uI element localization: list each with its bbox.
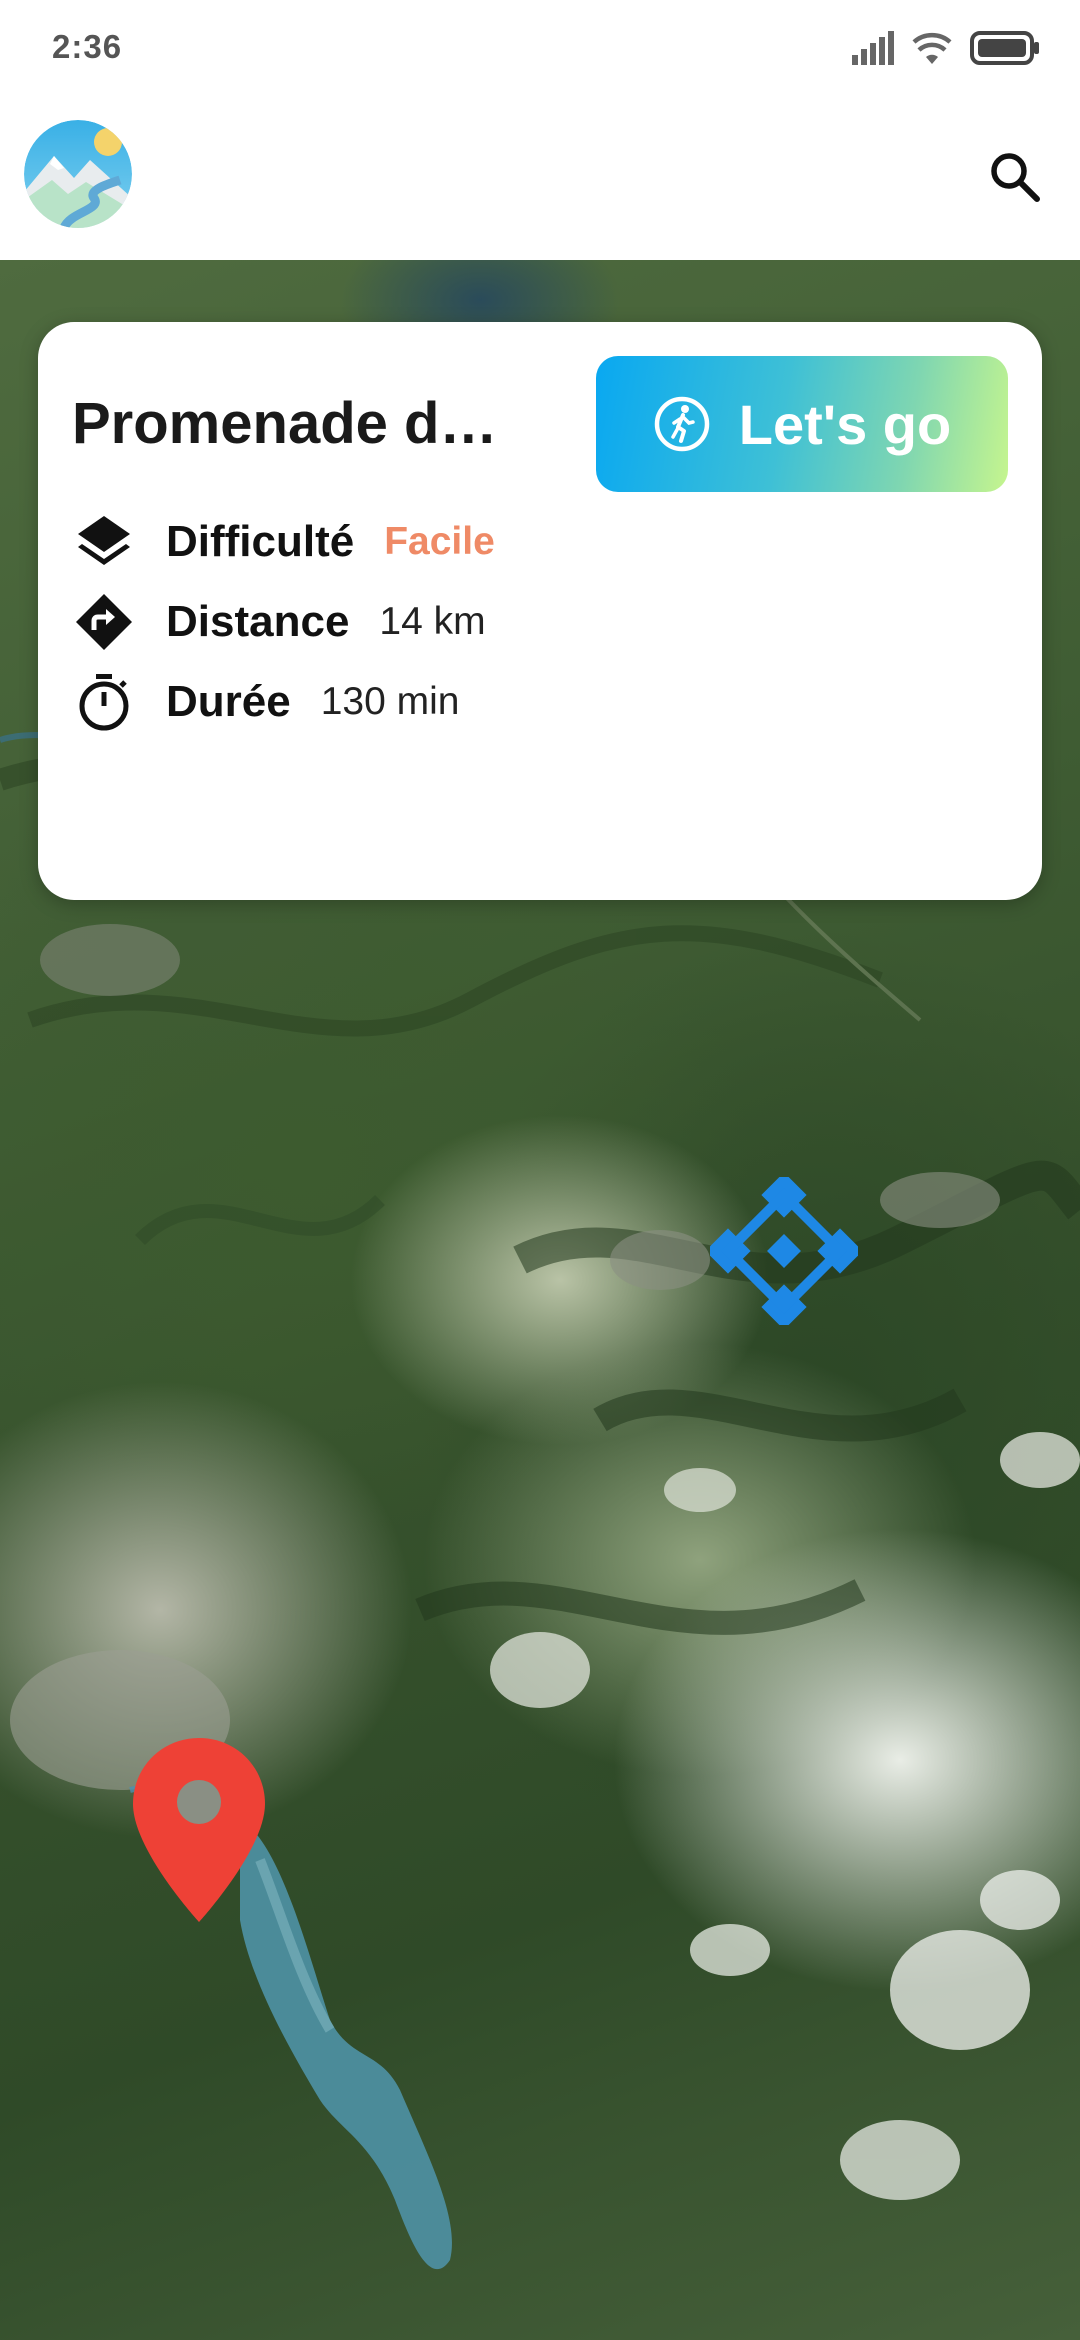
walking-icon [654,396,710,452]
lets-go-button[interactable]: Let's go [596,356,1008,492]
directions-icon [72,590,136,654]
app-header [0,96,1080,260]
lets-go-label: Let's go [738,392,952,456]
distance-value: 14 km [379,600,486,643]
location-pin-icon[interactable] [133,1738,265,1922]
app-logo-avatar[interactable] [24,120,132,228]
duration-label: Durée [166,677,291,726]
signal-icon [852,31,894,65]
timer-icon [72,670,136,734]
search-icon [991,153,1040,202]
search-button[interactable] [980,142,1050,212]
status-icons [852,28,1040,68]
distance-row: Distance 14 km [72,590,486,654]
distance-label: Distance [166,597,350,646]
route-start-icon[interactable] [710,1177,858,1325]
difficulty-row: Difficulté Facile [72,510,495,574]
layers-icon [72,510,136,574]
difficulty-label: Difficulté [166,517,355,566]
status-bar: 2:36 [0,0,1080,96]
status-time: 2:36 [52,28,123,65]
screen: 2:36 Promenade d… Let's go Difficulté Fa… [0,0,1080,2340]
duration-value: 130 min [320,680,460,723]
wifi-icon [912,32,952,64]
trail-card[interactable]: Promenade d… Let's go Difficulté Facile [38,322,1042,900]
battery-icon [970,31,1039,65]
mountain-logo-icon [24,120,132,228]
trail-title: Promenade d… [72,391,498,456]
duration-row: Durée 130 min [72,670,459,734]
difficulty-value: Facile [384,520,495,563]
